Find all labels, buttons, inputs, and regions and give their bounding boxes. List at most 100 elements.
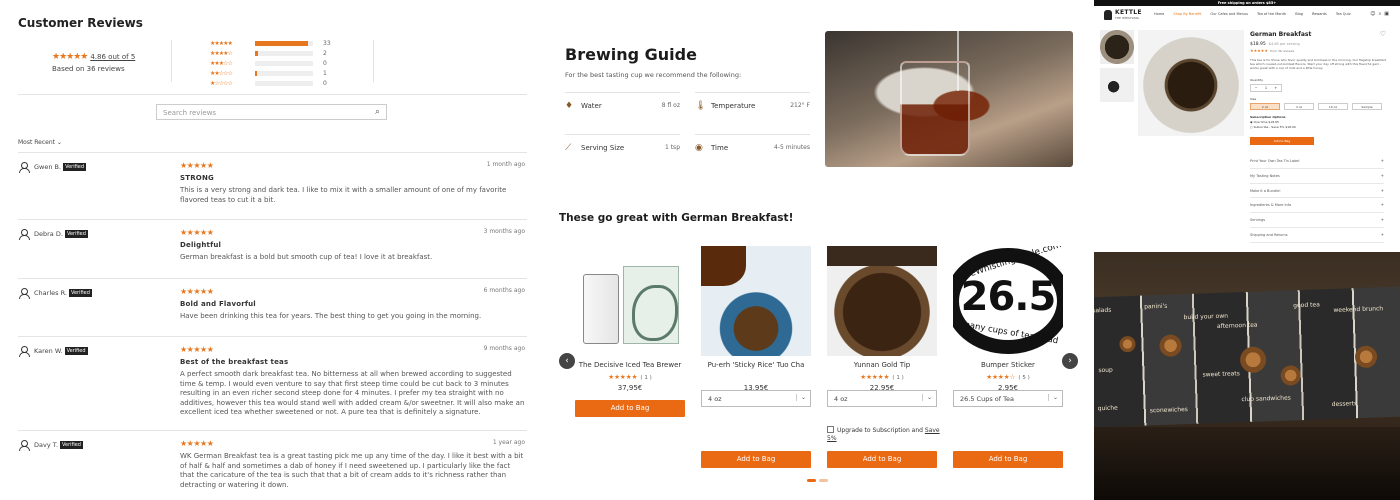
histogram-row[interactable]: ★★★★☆ 2 bbox=[210, 49, 331, 59]
histogram-row[interactable]: ★★★★★ 33 bbox=[210, 39, 331, 49]
review-stars-icon: ★★★★★ bbox=[180, 287, 214, 296]
brewing-item-water: ♦ Water 8 fl oz bbox=[565, 92, 680, 134]
brewing-item-value: 8 fl oz bbox=[661, 102, 680, 109]
menu-label: weekend brunch bbox=[1333, 305, 1384, 314]
size-options: 2 oz 4 oz 16 oz Sample bbox=[1250, 103, 1382, 110]
product-card: Yunnan Gold Tip ★★★★★( 1 ) 22,95€ 4 oz ⌄ Upgr… bbox=[827, 246, 940, 468]
product-thumbnail[interactable] bbox=[1100, 30, 1134, 64]
rating-count: from 36 reviews bbox=[1269, 49, 1295, 53]
menu-label: good tea bbox=[1293, 301, 1320, 310]
nav-item[interactable]: Tea Quiz bbox=[1336, 12, 1351, 16]
rating-histogram: ★★★★★ 33 ★★★★☆ 2 ★★★☆☆ 0 ★★☆☆☆ 1 ★☆☆☆☆ 0 bbox=[210, 39, 331, 88]
quantity-stepper[interactable]: − 1 + bbox=[1250, 84, 1282, 92]
product-image[interactable] bbox=[575, 246, 685, 356]
histogram-stars-icon: ★☆☆☆☆ bbox=[210, 79, 233, 87]
variant-select[interactable]: 4 oz ⌄ bbox=[701, 390, 811, 407]
sub-option-subscribe[interactable]: ○ Subscribe - Save 5% $18.00 bbox=[1250, 125, 1320, 130]
store-logo[interactable]: KETTLE THE WHISTLING bbox=[1104, 8, 1150, 22]
nav-item[interactable]: Tea of the Month bbox=[1257, 12, 1286, 16]
histogram-row[interactable]: ★★★☆☆ 0 bbox=[210, 59, 331, 69]
sort-dropdown[interactable]: Most Recent ⌄ bbox=[18, 139, 62, 146]
accordion-item[interactable]: Servings + bbox=[1250, 213, 1384, 228]
promo-banner: Free shipping on orders $85+ bbox=[1094, 0, 1400, 6]
add-to-bag-button[interactable]: Add to Bag bbox=[575, 400, 685, 417]
size-option[interactable]: 2 oz bbox=[1250, 103, 1280, 110]
accordion-label: Print Your Own Tea Tin Label bbox=[1250, 159, 1300, 163]
size-option[interactable]: 4 oz bbox=[1284, 103, 1314, 110]
review-author: Karen W. Verified bbox=[18, 345, 88, 357]
plus-icon: + bbox=[1380, 232, 1384, 237]
menu-label: afternoon tea bbox=[1216, 321, 1258, 330]
variant-value: 26.5 Cups of Tea bbox=[960, 395, 1014, 403]
carousel-prev-button[interactable]: ‹ bbox=[559, 353, 575, 369]
nav-item[interactable]: Blog bbox=[1295, 12, 1303, 16]
add-to-bag-button[interactable]: Add to Bag bbox=[1250, 137, 1314, 145]
variant-select[interactable]: 4 oz ⌄ bbox=[827, 390, 937, 407]
spoon-icon: ⟋ bbox=[565, 143, 572, 153]
add-to-bag-button[interactable]: Add to Bag bbox=[953, 451, 1063, 468]
histogram-count: 33 bbox=[323, 40, 331, 48]
wishlist-heart-icon[interactable]: ♡ bbox=[1380, 30, 1386, 38]
product-name[interactable]: The Decisive Iced Tea Brewer bbox=[575, 361, 685, 371]
menu-label: soup bbox=[1098, 366, 1113, 375]
product-image[interactable] bbox=[827, 246, 937, 356]
review-title: Best of the breakfast teas bbox=[180, 358, 289, 366]
histogram-bar bbox=[255, 70, 313, 76]
bag-icon[interactable]: ▣ bbox=[1384, 11, 1392, 17]
product-rating[interactable]: ★★★★★ from 36 reviews bbox=[1250, 48, 1294, 53]
histogram-row[interactable]: ★★☆☆☆ 1 bbox=[210, 68, 331, 78]
product-name[interactable]: Yunnan Gold Tip bbox=[827, 361, 937, 371]
brewing-item-label: Serving Size bbox=[581, 144, 625, 152]
add-to-bag-button[interactable]: Add to Bag bbox=[701, 451, 811, 468]
nav-item[interactable]: Rewards bbox=[1312, 12, 1327, 16]
variant-select[interactable]: 26.5 Cups of Tea ⌄ bbox=[953, 390, 1063, 407]
histogram-row[interactable]: ★☆☆☆☆ 0 bbox=[210, 78, 331, 88]
product-image[interactable] bbox=[701, 246, 811, 356]
review-title: Bold and Flavorful bbox=[180, 300, 256, 308]
review-stars-icon: ★★★★★ bbox=[180, 161, 214, 170]
carousel-dot[interactable] bbox=[819, 479, 828, 482]
average-rating-link[interactable]: 4.86 out of 5 bbox=[90, 53, 135, 61]
rating-summary: ★★★★★ 4.86 out of 5 Based on 36 reviews bbox=[52, 52, 135, 73]
review-body: A perfect smooth dark breakfast tea. No … bbox=[180, 370, 525, 417]
accordion-item[interactable]: Ingredients & More Info + bbox=[1250, 198, 1384, 214]
reviews-panel: Customer Reviews ★★★★★ 4.86 out of 5 Base… bbox=[0, 0, 542, 500]
nav-item[interactable]: Shop By Benefit bbox=[1173, 12, 1201, 16]
accordion-item[interactable]: Make it a Bundle! + bbox=[1250, 184, 1384, 199]
product-name[interactable]: Pu-erh 'Sticky Rice' Tuo Cha bbox=[701, 361, 811, 371]
plus-icon[interactable]: + bbox=[1274, 86, 1277, 90]
nav-item[interactable]: Home bbox=[1154, 12, 1164, 16]
product-card: The Decisive Iced Tea Brewer ★★★★★( 1 ) 37… bbox=[575, 246, 685, 417]
logo-word: KETTLE bbox=[1115, 9, 1142, 16]
subscription-upgrade[interactable]: Upgrade to Subscription and Save 5% bbox=[827, 426, 947, 443]
review-body: This is a very strong and dark tea. I li… bbox=[180, 186, 507, 204]
divider bbox=[18, 430, 527, 431]
review-body: German breakfast is a bold but smooth cu… bbox=[180, 253, 433, 261]
accordion-item[interactable]: Print Your Own Tea Tin Label + bbox=[1250, 154, 1384, 169]
size-option[interactable]: Sample bbox=[1352, 103, 1382, 110]
brewing-item-time: ◉ Time 4-5 minutes bbox=[695, 134, 810, 176]
size-option[interactable]: 16 oz bbox=[1318, 103, 1348, 110]
menu-label: sconewiches bbox=[1149, 406, 1189, 415]
author-name: Davy T. bbox=[34, 441, 59, 449]
quantity-value[interactable]: 1 bbox=[1265, 86, 1267, 90]
nav-item[interactable]: Our Cafes and Menus bbox=[1210, 12, 1248, 16]
subscription-checkbox[interactable] bbox=[827, 426, 834, 433]
product-image[interactable]: theWhistlingKettle.com 26.5 many cups of t… bbox=[953, 246, 1063, 356]
average-stars-icon: ★★★★★ bbox=[52, 52, 88, 62]
store-page: Free shipping on orders $85+ KETTLE THE … bbox=[1094, 0, 1400, 248]
carousel-next-button[interactable]: › bbox=[1062, 353, 1078, 369]
brewing-item-label: Time bbox=[711, 144, 729, 152]
search-icon[interactable]: ⌕ bbox=[375, 107, 380, 117]
add-to-bag-button[interactable]: Add to Bag bbox=[827, 451, 937, 468]
minus-icon[interactable]: − bbox=[1255, 86, 1258, 90]
accordion-item[interactable]: Shipping and Returns + bbox=[1250, 228, 1384, 243]
product-description: This tea is for those who favor quality … bbox=[1250, 58, 1386, 70]
user-icon bbox=[18, 228, 30, 240]
carousel-dot-active[interactable] bbox=[807, 479, 816, 482]
search-reviews-input[interactable]: Search reviews ⌕ bbox=[156, 104, 387, 120]
product-name[interactable]: Bumper Sticker bbox=[953, 361, 1063, 371]
product-thumbnail[interactable] bbox=[1100, 68, 1134, 102]
product-review-count: ( 1 ) bbox=[640, 375, 652, 381]
accordion-item[interactable]: My Tasting Notes + bbox=[1250, 169, 1384, 184]
